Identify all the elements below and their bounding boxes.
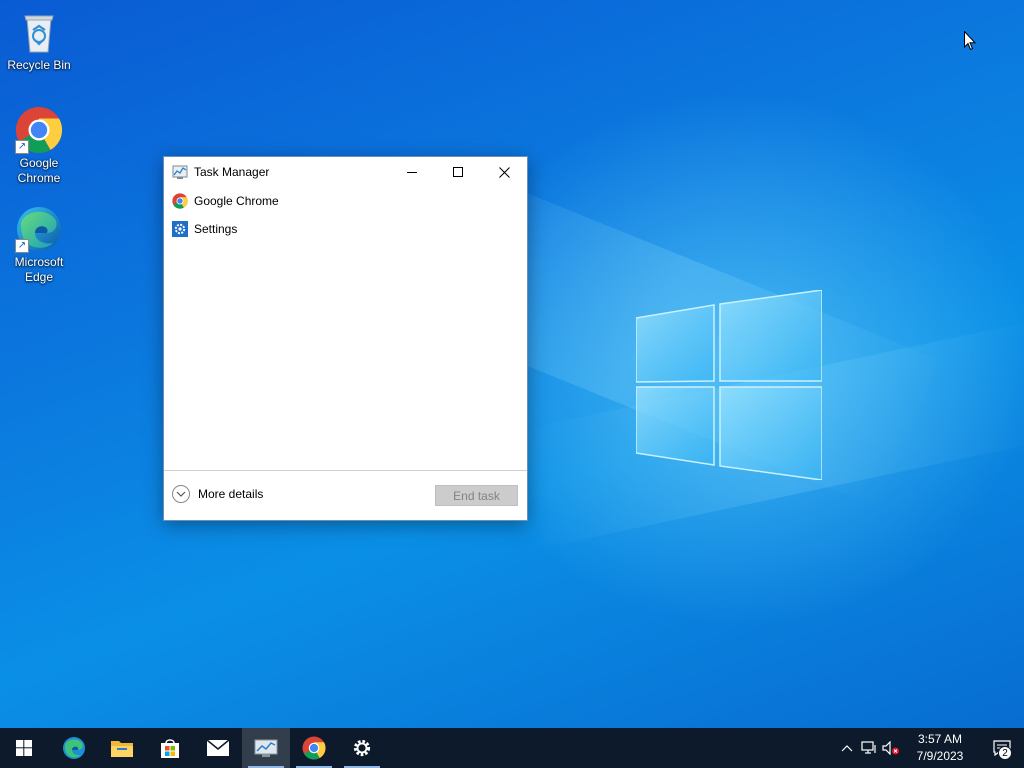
list-item[interactable]: Settings <box>164 215 527 243</box>
windows-start-icon <box>16 740 32 756</box>
end-task-button[interactable]: End task <box>435 485 518 506</box>
notification-count-badge: 2 <box>998 746 1012 760</box>
desktop-icon-label: Microsoft Edge <box>14 255 64 284</box>
folder-icon <box>111 741 133 757</box>
desktop-icon-google-chrome[interactable]: ↗ Google Chrome <box>2 106 76 186</box>
network-button[interactable] <box>858 728 880 768</box>
show-hidden-icons-button[interactable] <box>836 728 858 768</box>
window-footer: More details End task <box>164 470 527 520</box>
recycle-bin-icon <box>15 8 63 56</box>
window-title: Task Manager <box>194 165 270 179</box>
more-details-label: More details <box>198 487 264 501</box>
chevron-down-icon <box>172 485 190 503</box>
maximize-icon <box>453 167 463 177</box>
minimize-icon <box>407 172 417 173</box>
system-tray: 3:57 AM 7/9/2023 2 <box>836 728 1024 768</box>
desktop-icon-label: Google Chrome <box>17 156 61 185</box>
shortcut-arrow-icon: ↗ <box>15 239 29 253</box>
start-button[interactable] <box>0 728 48 768</box>
desktop-icon-label: Recycle Bin <box>7 58 71 72</box>
close-button[interactable] <box>481 157 527 187</box>
chevron-up-icon <box>841 745 853 752</box>
clock-time: 3:57 AM <box>917 732 963 746</box>
desktop-icon-microsoft-edge[interactable]: ↗ Microsoft Edge <box>2 205 76 285</box>
edge-icon: ↗ <box>15 205 63 253</box>
task-manager-icon <box>254 739 278 757</box>
more-details-button[interactable]: More details <box>172 485 263 503</box>
clock[interactable]: 3:57 AM 7/9/2023 <box>908 731 972 765</box>
taskbar: 3:57 AM 7/9/2023 2 <box>0 728 1024 768</box>
task-manager-window[interactable]: Task Manager Google Chrome Settings More… <box>163 156 528 521</box>
taskbar-button-mail[interactable] <box>194 728 242 768</box>
taskbar-button-settings[interactable] <box>338 728 386 768</box>
volume-button[interactable] <box>880 728 902 768</box>
list-item[interactable]: Google Chrome <box>164 187 527 215</box>
chrome-icon <box>302 736 326 760</box>
mouse-cursor-icon <box>964 31 976 51</box>
taskbar-button-chrome[interactable] <box>290 728 338 768</box>
gear-icon <box>353 739 371 757</box>
app-name: Google Chrome <box>194 194 279 208</box>
taskbar-button-file-explorer[interactable] <box>98 728 146 768</box>
mail-icon <box>206 739 230 756</box>
clock-date: 7/9/2023 <box>916 749 964 763</box>
task-manager-icon <box>172 165 188 179</box>
app-list: Google Chrome Settings <box>164 187 527 243</box>
windows-logo-wallpaper <box>636 290 822 480</box>
edge-icon <box>63 737 85 759</box>
settings-gear-icon <box>172 221 188 237</box>
desktop-icon-recycle-bin[interactable]: Recycle Bin <box>2 8 76 73</box>
chrome-icon: ↗ <box>15 106 63 154</box>
network-icon <box>861 741 876 754</box>
action-center-button[interactable]: 2 <box>980 728 1024 768</box>
title-bar[interactable]: Task Manager <box>164 157 527 187</box>
app-name: Settings <box>194 222 238 236</box>
close-icon <box>498 166 510 178</box>
store-icon <box>161 739 179 758</box>
taskbar-button-task-manager[interactable] <box>242 728 290 768</box>
maximize-button[interactable] <box>435 157 481 187</box>
chrome-icon <box>172 193 188 209</box>
taskbar-button-store[interactable] <box>146 728 194 768</box>
minimize-button[interactable] <box>389 157 435 187</box>
volume-muted-icon <box>882 741 899 755</box>
shortcut-arrow-icon: ↗ <box>15 140 29 154</box>
taskbar-button-edge[interactable] <box>50 728 98 768</box>
